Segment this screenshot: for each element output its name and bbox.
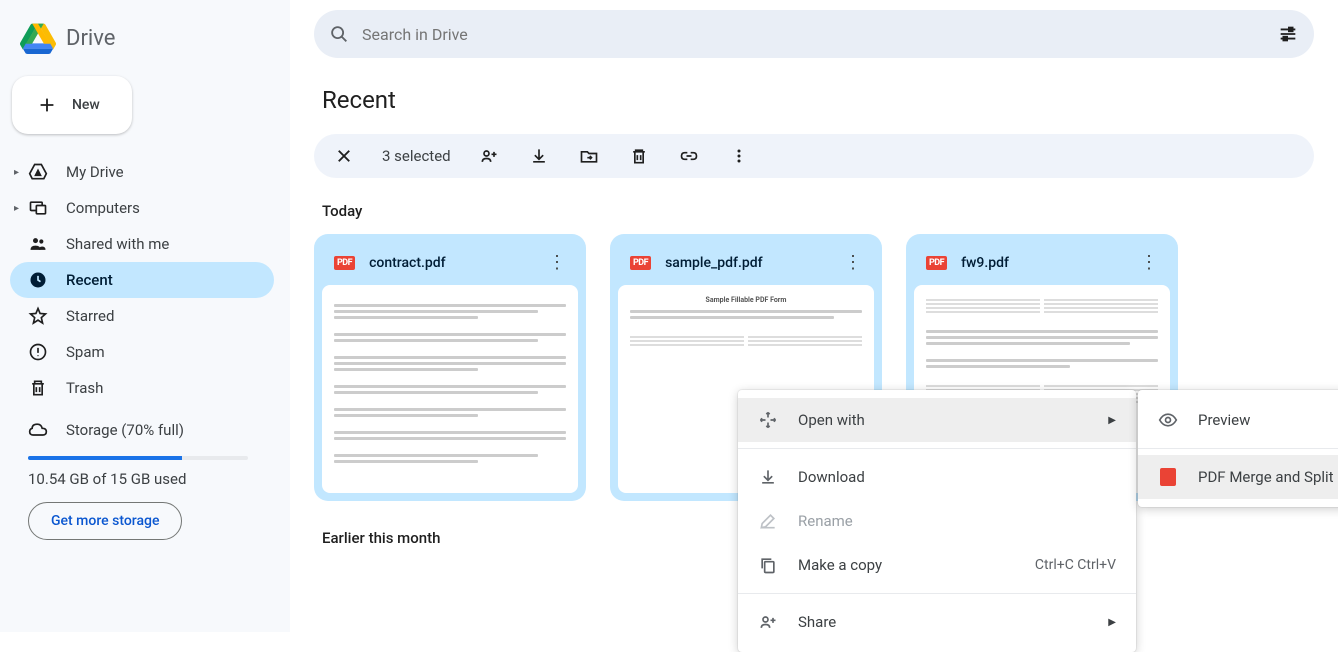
page-title: Recent [322,86,1306,114]
search-icon [328,23,350,45]
sidebar-item-label: My Drive [66,163,124,181]
new-button[interactable]: New [12,76,132,134]
menu-item-rename: Rename [738,499,1136,543]
sidebar-item-my-drive[interactable]: ▸ My Drive [10,154,274,190]
app-logo-row[interactable]: Drive [8,8,282,72]
submenu-item-label: PDF Merge and Split [1198,468,1334,486]
storage-label: Storage (70% full) [66,421,184,439]
sidebar-item-computers[interactable]: ▸ Computers [10,190,274,226]
file-more-button[interactable]: ⋮ [548,252,566,273]
sidebar-item-label: Spam [66,343,105,361]
sidebar-item-label: Starred [66,307,114,325]
submenu-open-with: Preview PDF Merge and Split [1138,390,1338,507]
menu-item-share[interactable]: Share ▶ [738,600,1136,644]
recent-icon [28,270,48,290]
sidebar-item-recent[interactable]: Recent [10,262,274,298]
drive-icon [28,162,48,182]
section-today: Today [322,202,1306,220]
get-storage-button[interactable]: Get more storage [28,502,182,540]
selection-count: 3 selected [382,147,451,165]
sidebar-item-label: Recent [66,271,113,289]
clear-selection-button[interactable] [332,144,356,168]
sidebar-item-spam[interactable]: Spam [10,334,274,370]
submenu-item-label: Preview [1198,411,1250,429]
file-name: fw9.pdf [961,255,1126,271]
expand-caret-icon[interactable]: ▸ [14,203,19,214]
menu-item-label: Open with [798,411,865,429]
cloud-icon [28,420,48,440]
shared-icon [28,234,48,254]
download-icon [758,467,778,487]
tune-icon[interactable] [1276,22,1300,46]
file-thumbnail [322,285,578,493]
sidebar-item-label: Computers [66,199,140,217]
storage-block: Storage (70% full) 10.54 GB of 15 GB use… [8,408,282,546]
expand-caret-icon[interactable]: ▸ [14,167,19,178]
search-bar[interactable] [314,10,1314,58]
submenu-item-preview[interactable]: Preview [1138,398,1338,442]
sidebar: Drive New ▸ My Drive ▸ Computers [0,0,290,632]
sidebar-nav: ▸ My Drive ▸ Computers Shared with me [8,154,282,406]
sidebar-item-starred[interactable]: Starred [10,298,274,334]
chevron-right-icon: ▶ [1108,617,1116,628]
file-name: sample_pdf.pdf [665,255,830,271]
sidebar-item-trash[interactable]: Trash [10,370,274,406]
download-button[interactable] [527,144,551,168]
sidebar-item-label: Shared with me [66,235,169,253]
menu-divider [1138,448,1338,449]
storage-bar-fill [28,456,182,460]
chevron-right-icon: ▶ [1108,415,1116,426]
pdf-icon: PDF [630,256,651,270]
new-button-label: New [72,97,100,113]
selection-bar: 3 selected [314,134,1314,178]
context-menu: Open with ▶ Download Rename Make [738,390,1136,652]
file-name: contract.pdf [369,255,534,271]
plus-icon [36,94,58,116]
menu-item-label: Make a copy [798,556,882,574]
share-icon [758,612,778,632]
pdf-app-icon [1158,467,1178,487]
preview-icon [1158,410,1178,430]
storage-used-text: 10.54 GB of 15 GB used [28,470,262,488]
menu-item-label: Download [798,468,865,486]
menu-item-download[interactable]: Download [738,455,1136,499]
more-button[interactable] [727,144,751,168]
menu-item-label: Rename [798,512,853,530]
menu-divider [738,448,1136,449]
menu-shortcut: Ctrl+C Ctrl+V [1035,557,1116,573]
menu-item-open-with[interactable]: Open with ▶ [738,398,1136,442]
drive-logo-icon [20,22,56,54]
sidebar-item-storage[interactable]: Storage (70% full) [28,414,262,446]
menu-item-label: Share [798,613,836,631]
menu-item-make-copy[interactable]: Make a copy Ctrl+C Ctrl+V [738,543,1136,587]
storage-bar [28,456,248,460]
copy-icon [758,555,778,575]
link-button[interactable] [677,144,701,168]
spam-icon [28,342,48,362]
search-input[interactable] [362,25,1276,44]
star-icon [28,306,48,326]
menu-divider [738,593,1136,594]
main-content: Recent 3 selected [290,0,1338,632]
move-button[interactable] [577,144,601,168]
file-more-button[interactable]: ⋮ [1140,252,1158,273]
computers-icon [28,198,48,218]
rename-icon [758,511,778,531]
share-button[interactable] [477,144,501,168]
file-card[interactable]: PDF contract.pdf ⋮ [314,234,586,501]
file-more-button[interactable]: ⋮ [844,252,862,273]
app-name: Drive [66,26,115,51]
submenu-item-pdf-merge-split[interactable]: PDF Merge and Split [1138,455,1338,499]
sidebar-item-shared[interactable]: Shared with me [10,226,274,262]
delete-button[interactable] [627,144,651,168]
sidebar-item-label: Trash [66,379,103,397]
trash-icon [28,378,48,398]
pdf-icon: PDF [926,256,947,270]
open-with-icon [758,410,778,430]
pdf-icon: PDF [334,256,355,270]
